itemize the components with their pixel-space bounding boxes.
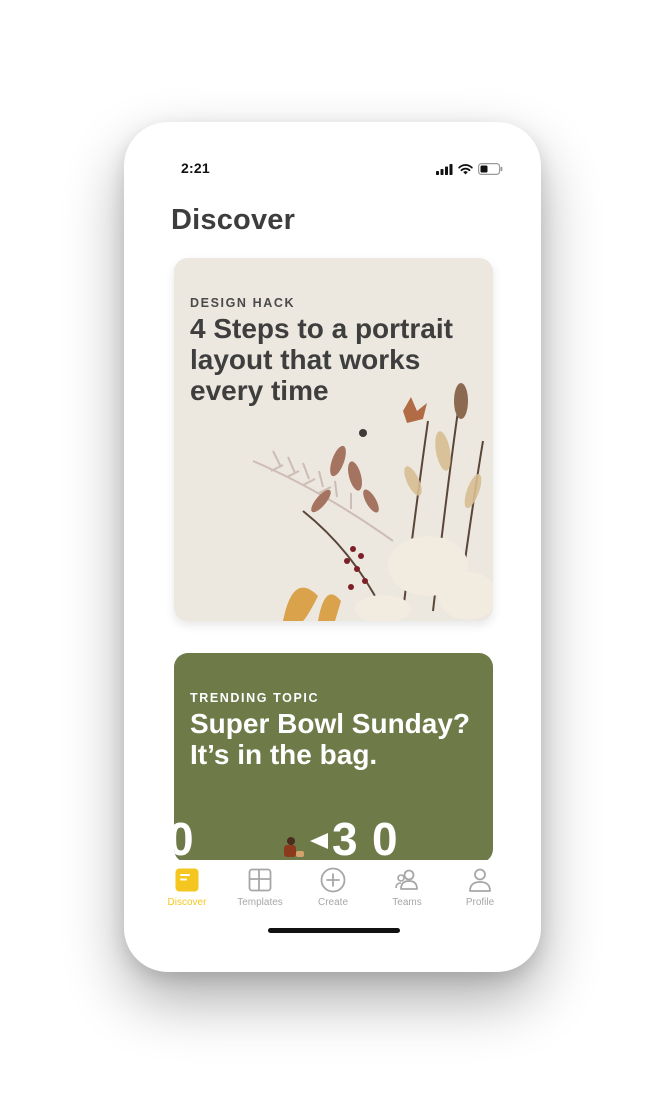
tab-teams[interactable]: Teams — [370, 860, 444, 915]
tab-label: Teams — [392, 897, 422, 908]
tab-discover[interactable]: Discover — [150, 860, 224, 915]
bottom-tab-bar: Discover Templates Create Teams Profile — [124, 860, 541, 915]
teams-icon — [395, 869, 418, 890]
player-figure — [284, 837, 304, 857]
tab-label: Profile — [465, 897, 495, 908]
cellular-signal-icon — [436, 163, 453, 175]
yard-number: 3 — [332, 813, 358, 863]
tab-label: Templates — [237, 897, 283, 908]
discover-icon — [175, 868, 199, 892]
phone-screen: 2:21 Discover DESIGN HACK 4 Steps to a p… — [124, 122, 541, 972]
tab-templates[interactable]: Templates — [223, 860, 297, 915]
profile-icon — [469, 868, 491, 892]
tab-profile[interactable]: Profile — [443, 860, 517, 915]
status-icons — [436, 162, 503, 176]
tab-label: Discover — [167, 897, 207, 908]
tab-label: Create — [317, 897, 348, 908]
yard-number: 0 — [372, 813, 398, 863]
card-eyebrow: TRENDING TOPIC — [190, 691, 320, 705]
wifi-icon — [458, 163, 473, 174]
yard-number: 0 — [174, 813, 194, 863]
page-title: Discover — [171, 204, 296, 236]
article-card-trending-topic[interactable]: TRENDING TOPIC Super Bowl Sunday? It’s i… — [174, 653, 493, 863]
status-time: 2:21 — [181, 160, 210, 176]
floral-bouquet-illustration — [252, 383, 493, 621]
tab-create[interactable]: Create — [296, 860, 370, 915]
card-eyebrow: DESIGN HACK — [190, 296, 296, 310]
yard-arrow — [310, 833, 328, 849]
create-plus-icon — [320, 867, 346, 893]
card-headline: Super Bowl Sunday? It’s in the bag. — [190, 708, 471, 770]
home-indicator[interactable] — [268, 928, 400, 933]
football-field-illustration: 0 3 0 — [174, 813, 398, 863]
templates-icon — [248, 868, 272, 892]
battery-icon — [478, 163, 503, 175]
article-card-design-hack[interactable]: DESIGN HACK 4 Steps to a portrait layout… — [174, 258, 493, 621]
